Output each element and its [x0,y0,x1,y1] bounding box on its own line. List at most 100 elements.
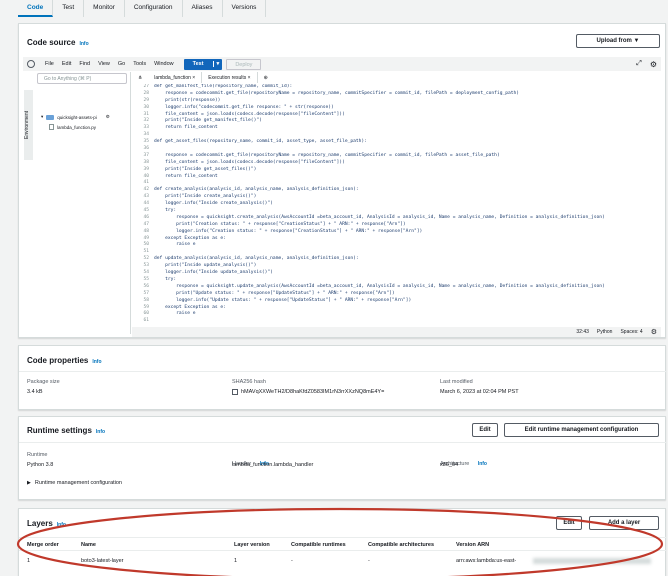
row-architectures: - [368,558,370,564]
folder-settings-icon[interactable]: ⚙ [106,114,110,120]
code-line[interactable]: 44 logger.info("Inside create_analysis()… [132,201,661,208]
code-properties-info-link[interactable]: Info [92,359,101,365]
architecture-info-link[interactable]: Info [478,461,487,467]
edit-runtime-management-button[interactable]: Edit runtime management configuration [504,423,659,437]
code-line[interactable]: 53 print("Inside update_analysis()") [132,263,661,270]
code-line[interactable]: 55 try: [132,277,661,284]
runtime-management-expander[interactable]: ▶ Runtime management configuration [27,480,122,486]
code-line[interactable]: 40 return file_content [132,174,661,181]
caret-down-icon: ▾ [41,114,44,119]
line-text: try: [154,276,177,282]
settings-gear-icon[interactable]: ⚙ [650,60,657,69]
code-line[interactable]: 60 raise e [132,311,661,318]
line-number: 36 [143,146,149,152]
upload-from-button[interactable]: Upload from ▼ [576,34,660,48]
environment-tab[interactable]: Environment [24,90,33,160]
code-line[interactable]: 35 def get_asset_files(repository_name, c… [132,139,661,146]
line-text: logger.info("Inside update_analysis()") [154,270,273,276]
test-button[interactable]: Test ▾ [183,58,223,70]
go-to-anything-input[interactable]: Go to Anything (⌘ P) [37,73,127,84]
fullscreen-icon[interactable]: ⤢ [636,60,642,68]
folder-label: quicksight-assets-pi [57,114,97,120]
menu-tools[interactable]: Tools [129,61,150,67]
line-number: 61 [143,318,149,324]
deploy-button[interactable]: Deploy [226,58,262,70]
line-number: 54 [143,270,149,276]
code-line[interactable]: 59 except Exception as e: [132,305,661,312]
code-line[interactable]: 36 [132,146,661,153]
code-line[interactable]: 46 response = quicksight.create_analysis… [132,215,661,222]
editor-split-icon[interactable]: ⋔ [132,72,148,83]
lambda-console: Code Test Monitor Configuration Aliases … [0,0,668,576]
indent-setting[interactable]: Spaces: 4 [620,329,642,335]
line-number: 55 [143,276,149,282]
runtime-label: Runtime [27,452,48,458]
code-line[interactable]: 38 file_content = json.loads(codecs.deco… [132,160,661,167]
editor-tab-lambda-function[interactable]: lambda_function × [148,72,203,83]
code-line[interactable]: 37 response = codecommit.get_file(reposi… [132,153,661,160]
tab-monitor[interactable]: Monitor [84,0,125,17]
tab-code[interactable]: Code [18,0,54,17]
code-source-info-link[interactable]: Info [79,41,88,47]
runtime-settings-panel: Runtime settings Info Edit Edit runtime … [18,416,667,500]
code-line[interactable]: 30 logger.info("codecommit.get_file resp… [132,105,661,112]
code-line[interactable]: 54 logger.info("Inside update_analysis()… [132,270,661,277]
code-line[interactable]: 28 response = codecommit.get_file(reposi… [132,91,661,98]
language-mode[interactable]: Python [597,329,613,335]
new-tab-icon[interactable]: ⊕ [258,72,274,83]
tab-versions[interactable]: Versions [223,0,267,17]
code-line[interactable]: 33 return file_content [132,125,661,132]
code-line[interactable]: 39 print("Inside get_asset_files()") [132,167,661,174]
runtime-settings-info-link[interactable]: Info [96,429,105,435]
menu-edit[interactable]: Edit [58,61,75,67]
test-dropdown-icon[interactable]: ▾ [212,61,223,67]
layers-info-link[interactable]: Info [57,522,66,528]
code-line[interactable]: 56 response = quicksight.update_analysis… [132,284,661,291]
code-line[interactable]: 45 try: [132,208,661,215]
code-line[interactable]: 27 def get_manifest_file(repository_name,… [132,84,661,91]
menu-find[interactable]: Find [75,61,94,67]
copy-icon[interactable] [232,389,238,395]
code-line[interactable]: 47 print("Creation status: " + response[… [132,222,661,229]
status-gear-icon[interactable]: ⚙ [651,328,657,336]
package-size-label: Package size [27,379,60,385]
code-properties-title: Code properties [27,356,89,365]
line-text: logger.info("codecommit.get_file respons… [154,104,334,110]
code-line[interactable]: 48 logger.info("Creation status: " + res… [132,229,661,236]
runtime-value: Python 3.8 [27,462,54,468]
code-line[interactable]: 29 print(str(response)) [132,98,661,105]
row-layer-version: 1 [234,558,238,564]
code-line[interactable]: 49 except Exception as e: [132,236,661,243]
menu-go[interactable]: Go [114,61,129,67]
ide-file-explorer: Go to Anything (⌘ P) Environment ▾ quick… [23,72,131,334]
col-merge-order: Merge order [27,542,59,548]
tab-aliases[interactable]: Aliases [183,0,223,17]
row-version-arn[interactable]: arn:aws:lambda:us-east- [456,558,516,564]
runtime-edit-button[interactable]: Edit [472,423,498,437]
file-icon [49,124,54,130]
line-text: logger.info("Update status: " + response… [154,297,412,303]
line-number: 38 [143,159,149,165]
folder-tree-item[interactable]: ▾ quicksight-assets-pi ⚙ [41,114,110,120]
code-editor[interactable]: 27 def get_manifest_file(repository_name,… [132,84,661,326]
code-line[interactable]: 61 [132,318,661,325]
menu-file[interactable]: File [41,61,58,67]
code-line[interactable]: 58 logger.info("Update status: " + respo… [132,298,661,305]
line-text: print("Creation status: " + response["Cr… [154,221,406,227]
line-text: response = quicksight.update_analysis(Aw… [154,283,605,289]
editor-tab-execution-results[interactable]: Execution results × [202,72,258,83]
line-text: logger.info("Inside create_analysis()") [154,201,273,207]
add-layer-button[interactable]: Add a layer [589,516,659,530]
folder-icon [46,114,55,120]
code-line[interactable]: 50 raise e [132,242,661,249]
line-number: 35 [143,139,149,145]
tab-test[interactable]: Test [53,0,85,17]
code-line[interactable]: 57 print("Update status: " + response["U… [132,291,661,298]
layers-edit-button[interactable]: Edit [556,516,582,530]
runtime-settings-title: Runtime settings [27,426,92,435]
menu-view[interactable]: View [94,61,114,67]
file-tree-item[interactable]: lambda_function.py [49,124,96,130]
tab-configuration[interactable]: Configuration [125,0,183,17]
menu-window[interactable]: Window [150,61,178,67]
line-number: 27 [143,84,149,89]
